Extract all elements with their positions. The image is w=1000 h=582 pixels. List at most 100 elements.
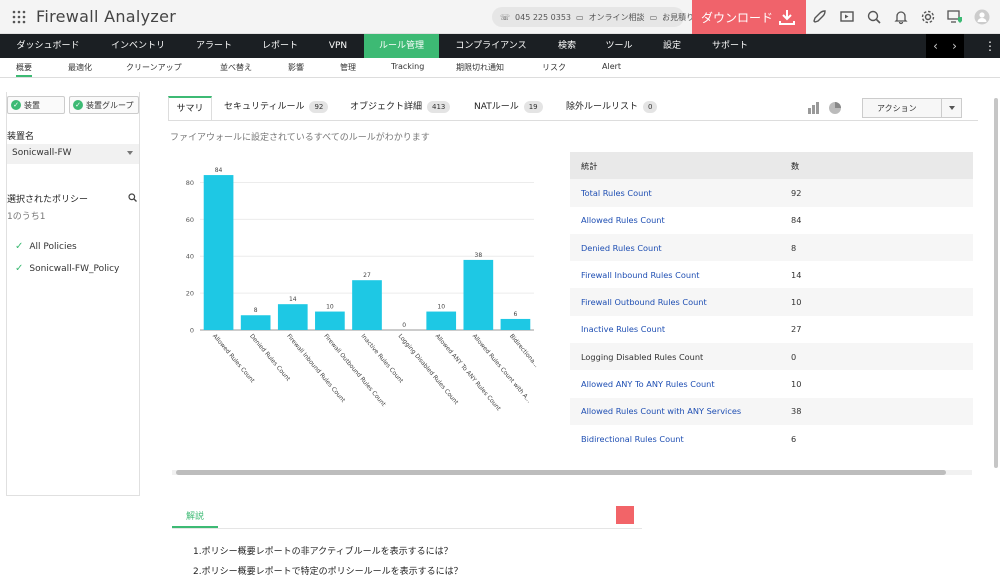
device-group-chip-label: 装置グループ	[86, 100, 134, 110]
main-nav: ダッシュボード インベントリ アラート レポート VPN ルール管理 コンプライ…	[0, 34, 1000, 58]
subnav-cleanup[interactable]: クリーンアップ	[126, 62, 182, 73]
page-description: ファイアウォールに設定されているすべてのルールがわかります	[170, 133, 430, 143]
device-select-value: Sonicwall-FW	[12, 148, 72, 158]
x-tick-label: Denied Rules Count	[248, 333, 292, 383]
stat-name-cell[interactable]: Firewall Outbound Rules Count	[570, 288, 780, 316]
nav-dashboard[interactable]: ダッシュボード	[0, 34, 96, 58]
x-tick-label: Allowed ANY To ANY Rules Count	[434, 333, 503, 413]
nav-rule-management[interactable]: ルール管理	[364, 34, 439, 58]
count-badge: 92	[309, 101, 329, 113]
explanation-tab[interactable]: 解説	[172, 510, 218, 528]
bell-icon[interactable]	[893, 9, 909, 25]
chevron-right-icon[interactable]: ›	[952, 39, 957, 53]
stat-name-cell[interactable]: Firewall Inbound Rules Count	[570, 261, 780, 288]
search-icon[interactable]	[866, 9, 882, 25]
subnav-risk[interactable]: リスク	[542, 62, 566, 73]
tab-summary-label: サマリ	[176, 104, 204, 114]
policy-item-label: Sonicwall-FW_Policy	[29, 263, 120, 274]
horizontal-scrollbar[interactable]	[172, 470, 972, 475]
subnav-expiry-notice[interactable]: 期限切れ通知	[456, 62, 504, 73]
stat-name-cell[interactable]: Bidirectional Rules Count	[570, 425, 780, 452]
subnav-reorder[interactable]: 並べ替え	[220, 62, 252, 73]
device-sidebar: ✓ 装置 ✓ 装置グループ 装置名 Sonicwall-FW 選択されたポリシー…	[6, 92, 140, 496]
rocket-icon[interactable]	[812, 9, 828, 25]
nav-tools[interactable]: ツール	[591, 34, 647, 58]
scrollbar-thumb[interactable]	[176, 470, 946, 475]
quote-link[interactable]: お見積り	[662, 12, 694, 23]
bar	[463, 259, 494, 330]
subnav-impact[interactable]: 影響	[288, 62, 304, 73]
tab-security-rules[interactable]: セキュリティルール 92	[224, 96, 329, 120]
nav-vpn[interactable]: VPN	[312, 34, 364, 58]
check-icon: ✓	[15, 263, 24, 274]
subnav-alert[interactable]: Alert	[602, 62, 621, 71]
pie-chart-icon[interactable]	[829, 102, 841, 114]
tab-summary[interactable]: サマリ	[168, 96, 212, 120]
subnav-optimize[interactable]: 最適化	[68, 62, 92, 73]
caret-down-icon[interactable]	[941, 99, 961, 117]
device-select[interactable]: Sonicwall-FW	[7, 144, 139, 164]
nav-compliance[interactable]: コンプライアンス	[439, 34, 543, 58]
bar-chart-icon[interactable]	[808, 102, 819, 114]
stat-name-cell[interactable]: Allowed Rules Count	[570, 207, 780, 234]
gear-icon[interactable]	[920, 9, 936, 25]
app-grid-icon[interactable]	[12, 10, 26, 24]
subnav-management[interactable]: 管理	[340, 62, 356, 73]
online-consult-link[interactable]: オンライン相談	[589, 12, 645, 23]
download-button[interactable]: ダウンロード	[692, 0, 806, 34]
nav-support[interactable]: サポート	[697, 34, 763, 58]
action-dropdown[interactable]: アクション	[862, 98, 962, 118]
stat-name-cell[interactable]: Allowed ANY To ANY Rules Count	[570, 370, 780, 397]
search-icon[interactable]	[128, 193, 137, 202]
table-row: Firewall Inbound Rules Count 14	[570, 261, 973, 288]
help-question-link[interactable]: 1.ポリシー概要レポートの非アクティブルールを表示するには？	[193, 544, 453, 557]
more-vertical-icon[interactable]: ⋮	[984, 39, 996, 53]
phone-icon: ☏	[500, 12, 511, 22]
nav-inventory[interactable]: インベントリ	[96, 34, 180, 58]
bar-value-label: 0	[402, 322, 406, 329]
x-tick-label: Inactive Rules Count	[359, 333, 404, 385]
y-tick-label: 0	[190, 327, 194, 335]
bar-value-label: 27	[363, 272, 371, 279]
table-row: Logging Disabled Rules Count 0	[570, 343, 973, 371]
nav-settings[interactable]: 設定	[647, 34, 697, 58]
stat-name-cell[interactable]: Inactive Rules Count	[570, 316, 780, 343]
nav-reports[interactable]: レポート	[248, 34, 312, 58]
nav-alerts[interactable]: アラート	[180, 34, 248, 58]
tab-label: 除外ルールリスト	[566, 102, 639, 112]
contact-pill[interactable]: ☏ 045 225 0353 ▭ オンライン相談 ▭ お見積り	[492, 7, 694, 27]
bar-value-label: 10	[326, 304, 334, 311]
caret-down-icon	[127, 151, 133, 155]
bar-value-label: 38	[475, 252, 483, 259]
subnav-overview[interactable]: 概要	[16, 62, 32, 77]
stat-value-cell: 27	[791, 324, 802, 335]
device-chip[interactable]: ✓ 装置	[7, 96, 65, 114]
nav-search[interactable]: 検索	[543, 34, 591, 58]
stat-name-cell[interactable]: Allowed Rules Count with ANY Services	[570, 397, 780, 425]
help-question-link[interactable]: 2.ポリシー概要レポートで特定のポリシールールを表示するには？	[193, 564, 463, 577]
count-badge: 19	[523, 101, 543, 113]
stat-name-cell[interactable]: Denied Rules Count	[570, 233, 780, 262]
chevron-left-icon[interactable]: ‹	[933, 39, 938, 53]
download-icon	[779, 10, 795, 25]
tab-excluded-rules[interactable]: 除外ルールリスト 0	[566, 96, 658, 120]
device-name-label: 装置名	[7, 132, 35, 142]
stat-value-cell: 38	[780, 397, 973, 425]
tab-object-details[interactable]: オブジェクト詳細 413	[350, 96, 451, 120]
tab-nat-rules[interactable]: NATルール 19	[474, 96, 543, 120]
feedback-widget[interactable]	[616, 506, 634, 524]
stat-value-cell: 84	[791, 215, 802, 226]
subnav-tracking[interactable]: Tracking	[391, 62, 424, 71]
bar-value-label: 14	[289, 296, 297, 303]
vertical-scrollbar[interactable]	[994, 98, 998, 468]
policy-count: 1のうち1	[7, 212, 46, 222]
video-icon[interactable]	[839, 9, 855, 25]
avatar[interactable]	[974, 9, 990, 25]
device-group-chip[interactable]: ✓ 装置グループ	[69, 96, 139, 114]
policy-item[interactable]: ✓ Sonicwall-FW_Policy	[15, 263, 119, 274]
monitor-shield-icon[interactable]	[947, 9, 963, 25]
policy-item[interactable]: ✓ All Policies	[15, 241, 77, 252]
stat-name-cell[interactable]: Total Rules Count	[570, 179, 780, 207]
bar	[426, 311, 457, 330]
nav-scroll-arrows: ‹ ›	[926, 34, 964, 58]
